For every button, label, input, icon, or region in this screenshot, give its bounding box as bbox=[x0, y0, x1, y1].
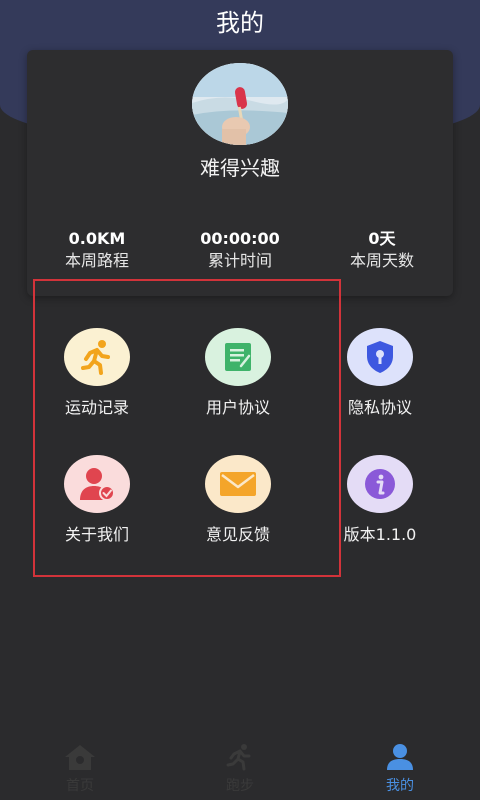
stat-weekly-days: 0天 本周天数 bbox=[312, 228, 452, 272]
running-icon bbox=[226, 744, 251, 771]
stat-label: 本周天数 bbox=[349, 251, 414, 270]
person-icon bbox=[387, 744, 413, 770]
stat-value: 0天 bbox=[368, 229, 396, 248]
home-icon bbox=[65, 745, 95, 770]
tab-label: 跑步 bbox=[226, 778, 254, 794]
bottom-tab-bar: 首页 跑步 我的 bbox=[0, 735, 480, 800]
stat-value: 00:00:00 bbox=[200, 229, 280, 248]
page-title: 我的 bbox=[216, 9, 264, 37]
avatar[interactable] bbox=[192, 63, 288, 145]
stat-weekly-distance: 0.0KM 本周路程 bbox=[27, 228, 167, 272]
tab-home[interactable]: 首页 bbox=[30, 743, 130, 795]
stat-value: 0.0KM bbox=[68, 229, 126, 248]
tab-label: 首页 bbox=[66, 778, 94, 794]
nickname: 难得兴趣 bbox=[200, 156, 280, 180]
tab-mine[interactable]: 我的 bbox=[350, 743, 450, 795]
stat-total-time: 00:00:00 累计时间 bbox=[170, 228, 310, 272]
highlight-box bbox=[33, 279, 341, 577]
info-icon bbox=[347, 455, 413, 513]
stat-label: 累计时间 bbox=[207, 251, 272, 270]
stat-label: 本周路程 bbox=[64, 251, 129, 270]
tab-running[interactable]: 跑步 bbox=[190, 743, 290, 795]
tab-label: 我的 bbox=[386, 778, 414, 794]
shield-lock-icon bbox=[347, 328, 413, 386]
avatar-image bbox=[192, 63, 288, 145]
